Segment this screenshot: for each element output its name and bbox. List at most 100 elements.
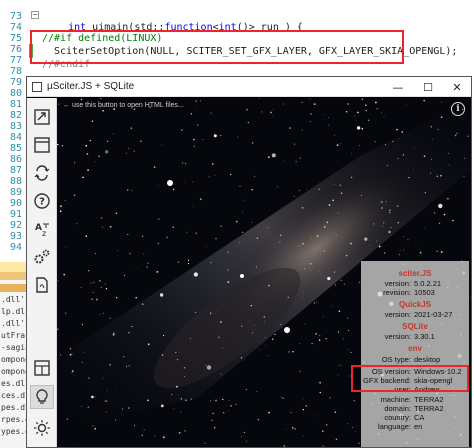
collapse-toggle[interactable]: −	[31, 11, 39, 19]
star	[424, 228, 426, 229]
star	[368, 244, 370, 246]
star	[256, 237, 259, 239]
info-label: machine:	[380, 395, 411, 404]
star	[347, 317, 349, 319]
layout-grid-icon[interactable]	[30, 356, 54, 380]
star	[424, 192, 426, 194]
star	[322, 316, 324, 318]
star	[282, 397, 285, 400]
star	[72, 370, 74, 372]
star	[116, 250, 118, 251]
maximize-button[interactable]: ☐	[414, 78, 442, 96]
star	[443, 213, 446, 216]
output-line: pes.dl	[1, 403, 26, 412]
settings-gears-icon[interactable]	[30, 245, 54, 269]
star	[302, 243, 304, 245]
star	[86, 153, 89, 155]
star	[438, 203, 443, 209]
star	[447, 197, 449, 200]
star	[401, 131, 404, 133]
line-number-gutter: 73 74 75 76 77 78 79 80 81 82 83 84 85 86 87 88 89 90 91 92…	[0, 0, 26, 260]
star	[361, 194, 363, 196]
star	[106, 140, 109, 143]
star	[140, 140, 142, 143]
star	[279, 241, 281, 243]
milky-way-background: ← use this button to open HTML files... …	[57, 98, 471, 447]
line-number: 73	[9, 11, 22, 22]
star	[253, 324, 255, 326]
info-icon[interactable]: i	[451, 102, 465, 116]
minimize-button[interactable]: —	[384, 78, 412, 96]
star	[456, 132, 458, 134]
star	[254, 176, 256, 178]
star	[128, 365, 130, 367]
star	[334, 134, 335, 136]
star	[253, 171, 254, 173]
star	[147, 399, 149, 402]
star	[195, 100, 197, 102]
open-file-icon[interactable]	[30, 105, 54, 129]
star	[382, 226, 383, 227]
svg-text:z: z	[42, 229, 46, 238]
star	[256, 390, 258, 392]
output-panel-tab[interactable]	[0, 284, 26, 292]
star	[187, 259, 190, 262]
open-files-hint: ← use this button to open HTML files...	[63, 102, 184, 109]
star	[272, 115, 273, 117]
star	[430, 125, 433, 128]
star	[193, 138, 195, 141]
sciter-window[interactable]: µSciter.JS + SQLite — ☐ ✕ ? Az ← use thi…	[26, 76, 472, 448]
star	[195, 311, 197, 313]
output-panel-tab[interactable]	[0, 272, 26, 280]
star	[340, 192, 343, 194]
translate-icon[interactable]: Az	[30, 217, 54, 241]
star	[380, 201, 383, 203]
star	[90, 282, 92, 284]
line-number: 87	[9, 165, 22, 176]
star	[448, 164, 450, 166]
star	[272, 109, 274, 110]
star	[99, 280, 101, 282]
star	[414, 147, 415, 149]
star	[402, 235, 404, 237]
star	[59, 354, 61, 356]
star	[436, 175, 438, 177]
star	[195, 232, 197, 234]
star	[227, 269, 229, 271]
star	[127, 233, 129, 236]
star	[109, 225, 112, 228]
star	[316, 415, 318, 417]
help-icon[interactable]: ?	[30, 189, 54, 213]
info-row: language: en	[361, 422, 469, 431]
pdf-document-icon[interactable]	[30, 273, 54, 297]
window-titlebar[interactable]: µSciter.JS + SQLite — ☐ ✕	[27, 77, 471, 97]
star	[82, 176, 84, 179]
star	[215, 237, 217, 240]
star	[242, 231, 244, 233]
star	[235, 403, 237, 405]
star	[264, 337, 266, 339]
reload-icon[interactable]	[30, 161, 54, 185]
star	[135, 296, 138, 299]
star	[301, 206, 304, 209]
star	[350, 242, 352, 245]
output-line: .dll'.	[1, 319, 26, 328]
star	[299, 157, 301, 159]
info-row: country: CA	[361, 413, 469, 422]
star	[412, 168, 414, 170]
star	[327, 117, 329, 119]
output-line: utFra	[1, 331, 26, 340]
star	[324, 226, 326, 228]
sun-icon[interactable]	[30, 416, 54, 440]
star	[440, 251, 443, 253]
star	[57, 280, 59, 282]
window-icon[interactable]	[30, 133, 54, 157]
star	[261, 111, 263, 113]
close-button[interactable]: ✕	[443, 78, 471, 96]
star	[74, 374, 76, 376]
star	[205, 246, 207, 248]
star	[227, 281, 230, 283]
lightbulb-icon[interactable]	[30, 385, 54, 409]
star	[313, 302, 316, 304]
star	[88, 270, 90, 272]
